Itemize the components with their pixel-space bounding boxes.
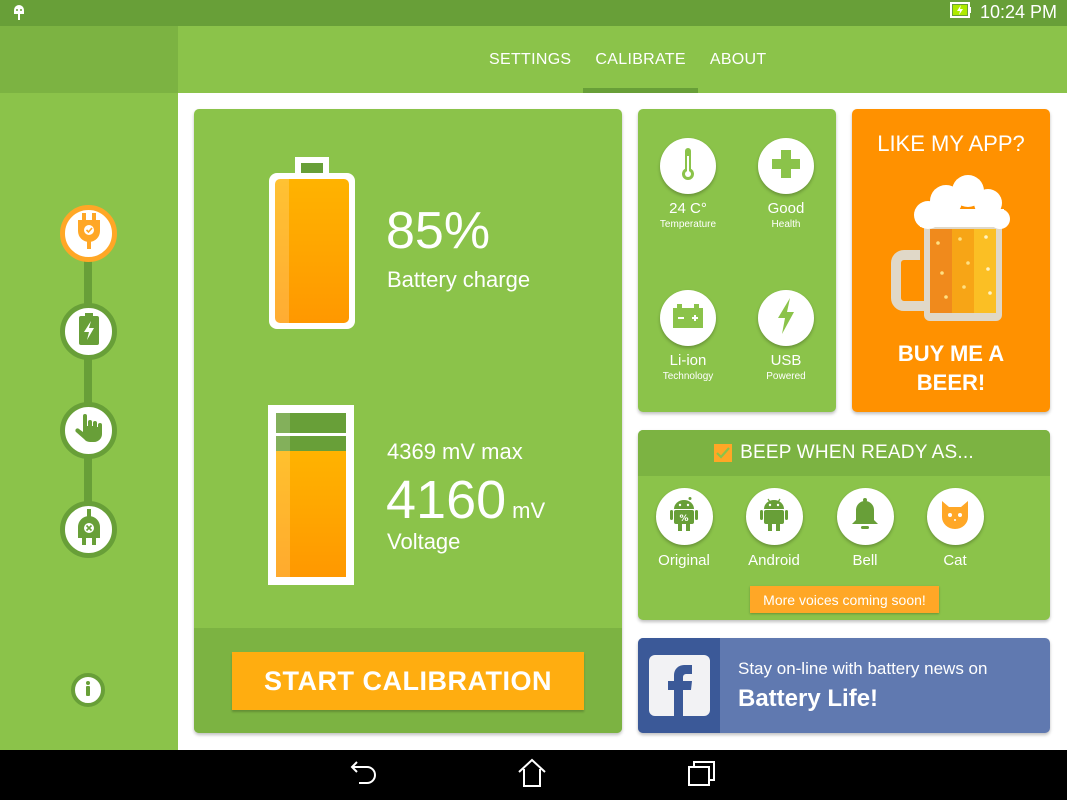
step-charge[interactable] — [60, 303, 117, 360]
facebook-banner-title: Battery Life! — [738, 685, 879, 712]
bell-icon — [851, 498, 879, 535]
voice-cat-label: Cat — [943, 552, 967, 569]
home-icon — [517, 758, 547, 793]
power-source-label: Powered — [766, 371, 806, 382]
tab-calibrate[interactable]: CALIBRATE — [583, 26, 699, 93]
stat-technology: Li-ion Technology — [638, 290, 738, 382]
thermometer-icon — [679, 146, 697, 187]
svg-text:%: % — [679, 514, 688, 524]
facebook-banner[interactable]: Stay on-line with battery news on Batter… — [638, 638, 1050, 733]
facebook-logo-panel — [638, 638, 720, 733]
voltage-gauge — [268, 405, 354, 590]
system-navigation-bar — [0, 750, 1067, 800]
beep-title: BEEP WHEN READY AS... — [740, 442, 974, 463]
lightning-icon — [776, 297, 796, 339]
plug-check-icon — [74, 213, 104, 254]
technology-label: Technology — [662, 371, 714, 382]
beep-toggle[interactable]: BEEP WHEN READY AS... — [638, 430, 1050, 476]
voice-bell-label: Bell — [852, 552, 878, 569]
step-plug-in[interactable] — [60, 205, 117, 262]
battery-stats-card: 24 C° Temperature Good Health Li-ion Tec… — [638, 109, 836, 412]
beer-cta-line2: BEER! — [916, 370, 986, 395]
step-tap[interactable] — [60, 402, 117, 459]
beer-title: LIKE MY APP? — [877, 131, 1025, 156]
facebook-icon — [649, 655, 710, 716]
android-debug-icon — [12, 5, 26, 26]
status-bar: 10:24 PM — [0, 0, 1067, 26]
beep-checkbox[interactable] — [714, 444, 733, 462]
android-percent-icon: % — [670, 497, 698, 536]
stepper-line — [84, 233, 92, 533]
start-calibration-button[interactable]: START CALIBRATION — [232, 652, 584, 710]
battery-status-card: 85% Battery charge 4369 mV max 4160 mV Vo… — [194, 109, 622, 733]
voltage-number: 4160 — [386, 470, 507, 530]
voice-bell[interactable]: Bell — [825, 488, 905, 569]
cat-icon — [940, 499, 970, 534]
info-icon — [81, 680, 95, 701]
battery-charge-icon — [78, 313, 100, 350]
battery-card-footer: START CALIBRATION — [194, 628, 622, 733]
car-battery-icon — [673, 303, 703, 333]
voice-android-label: Android — [748, 552, 800, 569]
health-label: Health — [771, 219, 801, 230]
beer-cta: BUY ME A BEER! — [852, 339, 1050, 397]
plug-x-icon — [74, 509, 104, 550]
battery-charge-gauge — [269, 157, 355, 334]
voice-android[interactable]: Android — [734, 488, 814, 569]
beer-cta-line1: BUY ME A — [897, 341, 1005, 366]
power-source-value: USB — [770, 352, 802, 369]
beer-mug-icon — [890, 173, 1010, 328]
temperature-value: 24 C° — [669, 200, 707, 217]
app-bar-left-block — [0, 26, 178, 93]
technology-value: Li-ion — [669, 352, 707, 369]
voltage-unit: mV — [512, 498, 546, 523]
step-unplug[interactable] — [60, 501, 117, 558]
temperature-label: Temperature — [659, 219, 717, 230]
calibration-steps-sidebar — [0, 93, 178, 750]
recents-button[interactable] — [686, 760, 718, 790]
voice-original[interactable]: % Original — [644, 488, 724, 569]
beep-voice-card: BEEP WHEN READY AS... % Original Android… — [638, 430, 1050, 620]
clock: 10:24 PM — [979, 2, 1057, 22]
buy-me-a-beer-card[interactable]: LIKE MY APP? BUY ME A BEER! — [852, 109, 1050, 412]
stat-health: Good Health — [736, 138, 836, 230]
back-icon — [349, 759, 379, 792]
health-value: Good — [767, 200, 805, 217]
back-button[interactable] — [348, 760, 380, 790]
voice-original-label: Original — [658, 552, 710, 569]
voltage-label: Voltage — [387, 529, 461, 554]
voltage-value: 4160 mV — [386, 469, 545, 531]
hand-pointer-icon — [73, 412, 105, 449]
app-bar: SETTINGS CALIBRATE ABOUT — [0, 26, 1067, 93]
voltage-max: 4369 mV max — [387, 439, 523, 464]
tab-settings[interactable]: SETTINGS — [477, 26, 583, 93]
tab-about[interactable]: ABOUT — [698, 26, 779, 93]
android-icon — [760, 497, 788, 536]
recent-apps-icon — [687, 759, 717, 792]
charge-label: Battery charge — [387, 267, 531, 292]
facebook-banner-text: Stay on-line with battery news on — [738, 659, 988, 678]
info-button[interactable] — [71, 673, 105, 707]
health-cross-icon — [772, 149, 800, 183]
stat-temperature: 24 C° Temperature — [638, 138, 738, 230]
charge-percentage: 85% — [386, 202, 491, 260]
battery-charging-icon — [949, 2, 972, 23]
stat-power-source: USB Powered — [736, 290, 836, 382]
more-voices-badge[interactable]: More voices coming soon! — [750, 586, 939, 613]
voice-cat[interactable]: Cat — [915, 488, 995, 569]
home-button[interactable] — [516, 758, 548, 793]
tab-bar: SETTINGS CALIBRATE ABOUT — [477, 26, 778, 93]
